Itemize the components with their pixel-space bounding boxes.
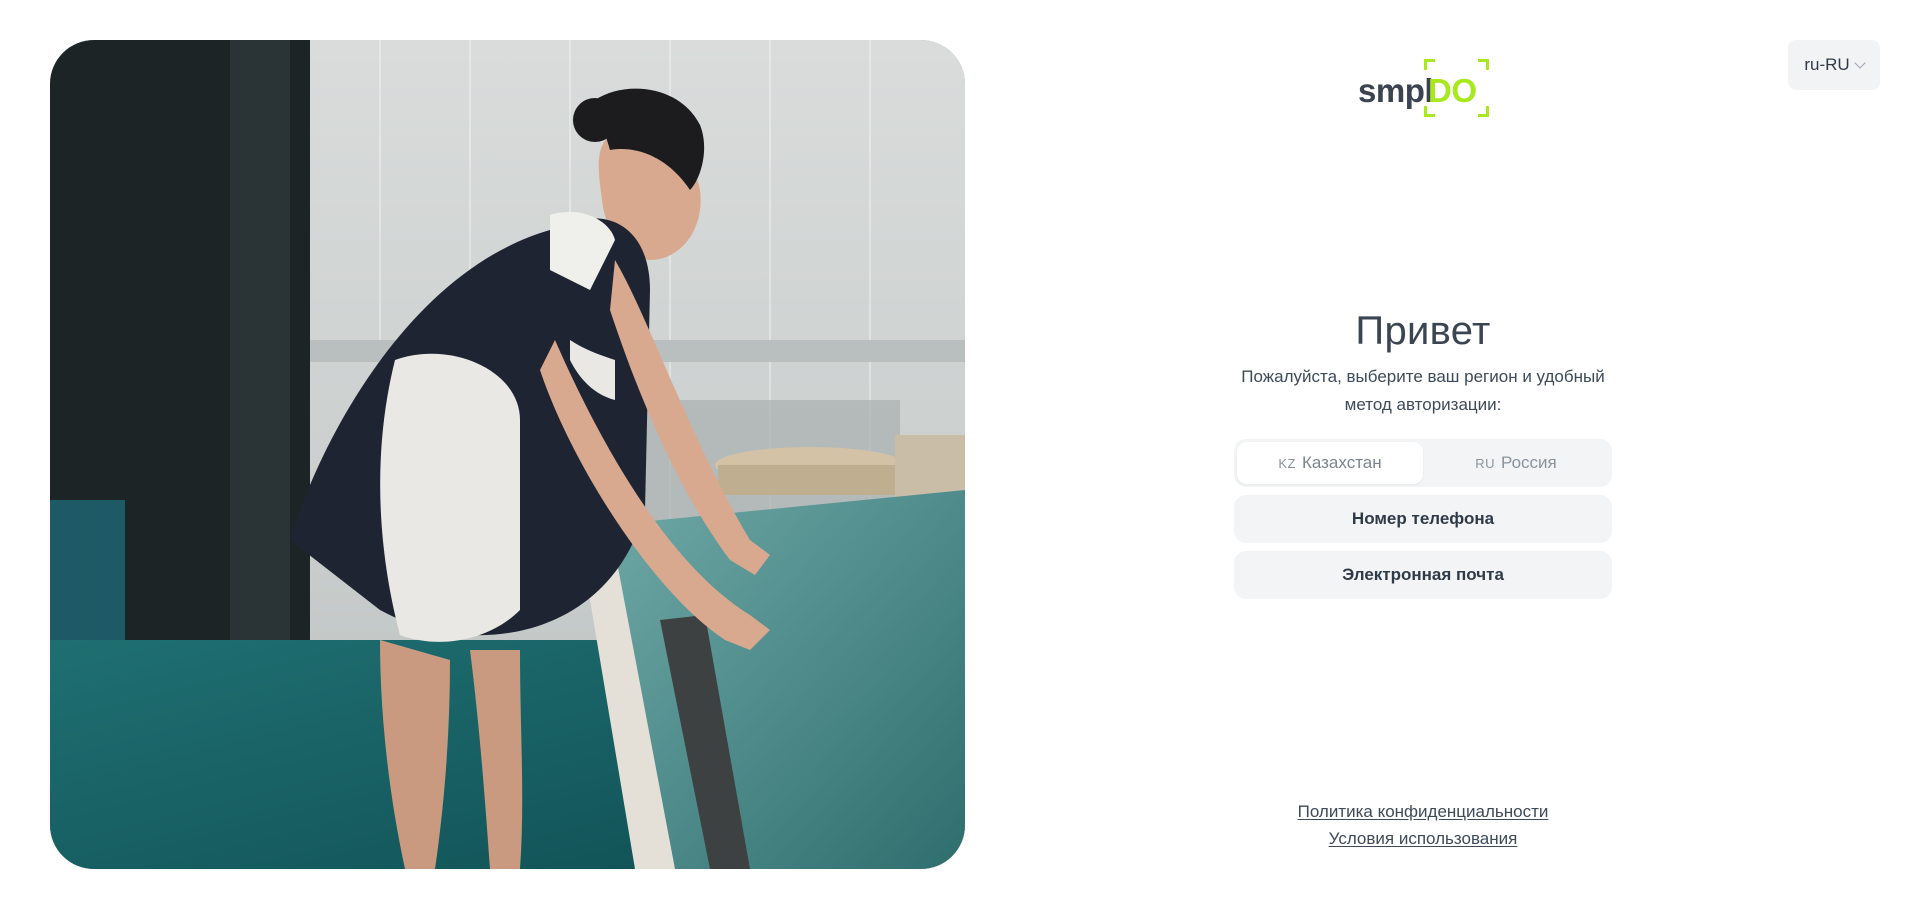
region-tab-kazakhstan[interactable]: KZ Казахстан (1237, 442, 1423, 484)
logo-bracket-top-right (1478, 59, 1489, 70)
region-label-kazakhstan: Казахстан (1301, 453, 1382, 472)
auth-panel: Привет Пожалуйста, выберите ваш регион и… (1234, 305, 1612, 599)
terms-of-use-link[interactable]: Условия использования (1234, 825, 1612, 852)
region-switcher: KZ Казахстан RU Россия (1234, 439, 1612, 487)
hero-photo (50, 40, 965, 869)
footer-links: Политика конфиденциальности Условия испо… (1234, 798, 1612, 852)
hotel-maid-illustration (50, 40, 965, 869)
region-tab-russia[interactable]: RU Россия (1423, 442, 1609, 484)
language-select[interactable]: ru-RU (1788, 40, 1880, 90)
privacy-policy-link[interactable]: Политика конфиденциальности (1234, 798, 1612, 825)
logo-bracket-bottom-left (1424, 106, 1435, 117)
email-login-button[interactable]: Электронная почта (1234, 551, 1612, 599)
logo-text-do: DO (1428, 72, 1477, 109)
region-code-ru: RU (1475, 455, 1496, 471)
logo-text-smpl: smpl (1358, 72, 1434, 109)
auth-subtitle: Пожалуйста, выберите ваш регион и удобны… (1241, 367, 1605, 414)
phone-login-button[interactable]: Номер телефона (1234, 495, 1612, 543)
brand-logo: smpl DO (1358, 56, 1490, 120)
chevron-down-icon (1854, 56, 1866, 69)
region-label-russia: Россия (1501, 453, 1557, 472)
logo-bracket-top-left (1424, 59, 1435, 70)
region-code-kz: KZ (1278, 455, 1296, 471)
logo-bracket-bottom-right (1478, 106, 1489, 117)
language-select-value: ru-RU (1804, 55, 1850, 74)
page-title: Привет (1355, 309, 1491, 353)
